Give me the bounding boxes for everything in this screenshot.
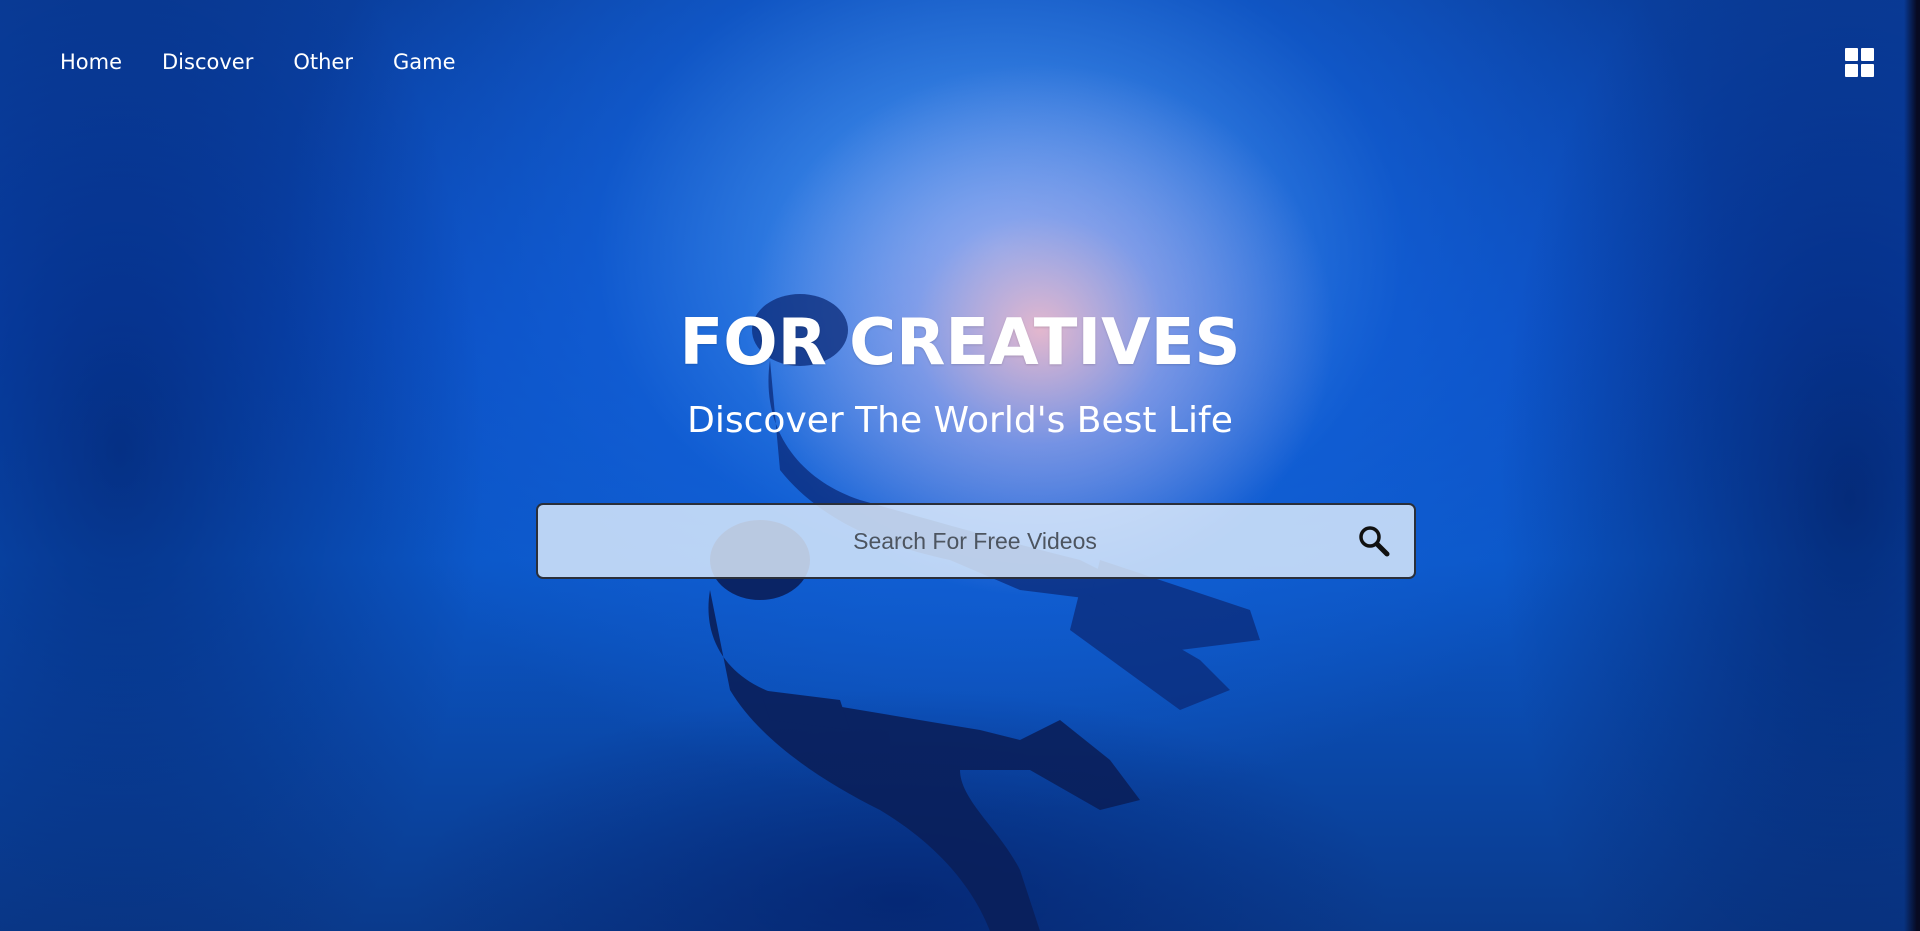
right-edge-shadow xyxy=(1904,0,1920,931)
grid-cell xyxy=(1861,64,1874,77)
nav-item-home[interactable]: Home xyxy=(60,50,122,74)
nav-item-discover[interactable]: Discover xyxy=(162,50,253,74)
grid-cell xyxy=(1845,64,1858,77)
hero-title: FOR CREATIVES xyxy=(679,306,1241,380)
grid-cell xyxy=(1861,48,1874,61)
grid-menu-icon[interactable] xyxy=(1845,48,1875,78)
search-icon xyxy=(1359,526,1390,557)
search-bar xyxy=(536,503,1416,579)
grid-cell xyxy=(1845,48,1858,61)
divers-silhouette-image xyxy=(708,294,1260,931)
search-button[interactable] xyxy=(1334,505,1414,577)
nav-item-other[interactable]: Other xyxy=(293,50,353,74)
search-input[interactable] xyxy=(538,504,1334,578)
nav-item-game[interactable]: Game xyxy=(393,50,456,74)
top-navigation: Home Discover Other Game xyxy=(60,50,456,74)
hero-subtitle: Discover The World's Best Life xyxy=(687,400,1233,441)
hero-background-video: Home Discover Other Game FOR CREATIVES D… xyxy=(0,0,1920,931)
